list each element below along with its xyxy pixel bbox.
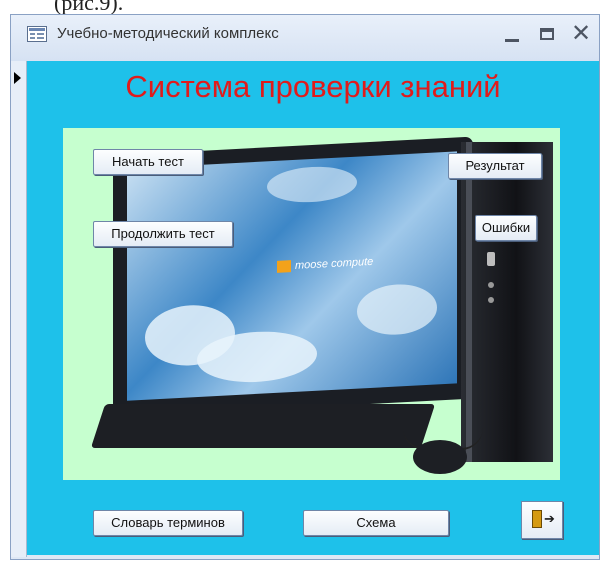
form-icon — [27, 26, 47, 42]
window-title: Учебно-методический комплекс — [57, 25, 279, 42]
errors-button[interactable]: Ошибки — [475, 215, 537, 241]
pc-tower-image — [461, 142, 553, 462]
window-titlebar: Учебно-методический комплекс ✕ — [11, 15, 599, 61]
screen-brand-logo: moose compute — [277, 256, 373, 273]
continue-test-button[interactable]: Продолжить тест — [93, 221, 233, 247]
maximize-button[interactable] — [532, 19, 562, 49]
monitor-screen: moose compute — [127, 151, 457, 401]
form-title: Система проверки знаний — [125, 69, 501, 104]
start-test-button[interactable]: Начать тест — [93, 149, 203, 175]
maximize-icon — [540, 28, 554, 40]
form-body: Система проверки знаний moose compute На… — [27, 61, 599, 555]
minimize-button[interactable] — [497, 19, 527, 49]
record-selector[interactable] — [11, 61, 27, 557]
close-icon: ✕ — [570, 20, 592, 47]
computer-picture: moose compute — [63, 128, 560, 480]
result-button[interactable]: Результат — [448, 153, 542, 179]
close-button[interactable]: ✕ — [566, 19, 596, 49]
access-window: Учебно-методический комплекс ✕ Система п… — [10, 14, 600, 560]
exit-button[interactable]: ➔ — [521, 501, 563, 539]
monitor-image: moose compute — [113, 136, 473, 418]
scheme-button[interactable]: Схема — [303, 510, 449, 536]
minimize-icon — [505, 39, 519, 42]
keyboard-image — [90, 404, 436, 448]
current-record-arrow-icon — [14, 72, 21, 84]
exit-arrow-icon: ➔ — [544, 511, 555, 526]
glossary-button[interactable]: Словарь терминов — [93, 510, 243, 536]
mouse-image — [413, 440, 467, 474]
exit-door-icon — [532, 510, 542, 528]
screen-brand-text: moose compute — [295, 255, 374, 272]
